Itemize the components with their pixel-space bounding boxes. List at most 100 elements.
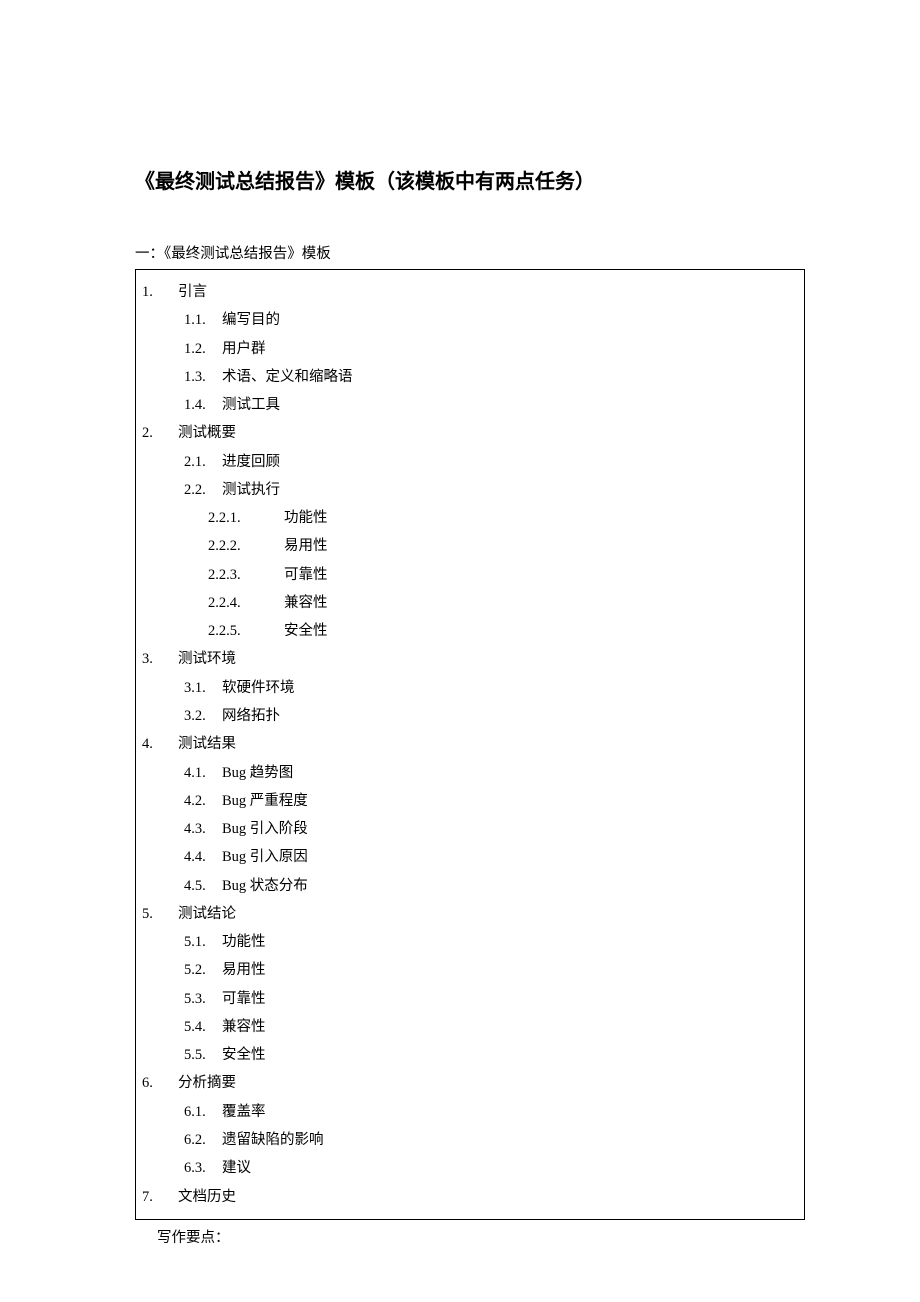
outline-item: 4.3. Bug 引入阶段 — [136, 815, 794, 843]
section-subtitle: 一：《最终测试总结报告》模板 — [135, 242, 805, 263]
outline-text: 网络拓扑 — [222, 702, 794, 730]
outline-num: 2.2. — [184, 476, 222, 504]
outline-text: Bug 严重程度 — [222, 787, 794, 815]
outline-item: 3.2. 网络拓扑 — [136, 702, 794, 730]
outline-text: 易用性 — [284, 532, 794, 560]
outline-item: 1. 引言 — [136, 278, 794, 306]
footer-note: 写作要点： — [135, 1226, 805, 1247]
outline-num: 1.3. — [184, 363, 222, 391]
outline-item: 1.4. 测试工具 — [136, 391, 794, 419]
outline-text: 测试结果 — [178, 730, 794, 758]
outline-text: Bug 引入原因 — [222, 843, 794, 871]
outline-item: 1.1. 编写目的 — [136, 306, 794, 334]
outline-num: 2.2.1. — [208, 504, 284, 532]
outline-text: 测试工具 — [222, 391, 794, 419]
outline-num: 5.2. — [184, 956, 222, 984]
outline-num: 4.1. — [184, 759, 222, 787]
outline-item: 6.1. 覆盖率 — [136, 1098, 794, 1126]
outline-num: 2.2.4. — [208, 589, 284, 617]
page-title: 《最终测试总结报告》模板（该模板中有两点任务） — [135, 165, 805, 194]
outline-item: 4.1. Bug 趋势图 — [136, 759, 794, 787]
outline-item: 3.1. 软硬件环境 — [136, 674, 794, 702]
outline-num: 6.1. — [184, 1098, 222, 1126]
outline-item: 5.1. 功能性 — [136, 928, 794, 956]
outline-num: 1.1. — [184, 306, 222, 334]
outline-text: 兼容性 — [222, 1013, 794, 1041]
outline-text: 遗留缺陷的影响 — [222, 1126, 794, 1154]
outline-num: 3. — [136, 645, 178, 673]
outline-num: 2.2.2. — [208, 532, 284, 560]
outline-num: 3.2. — [184, 702, 222, 730]
outline-text: 可靠性 — [284, 561, 794, 589]
outline-item: 5.2. 易用性 — [136, 956, 794, 984]
outline-num: 2.2.5. — [208, 617, 284, 645]
outline-text: 功能性 — [284, 504, 794, 532]
outline-num: 5.3. — [184, 985, 222, 1013]
outline-item: 6.2. 遗留缺陷的影响 — [136, 1126, 794, 1154]
outline-text: 引言 — [178, 278, 794, 306]
outline-text: Bug 趋势图 — [222, 759, 794, 787]
outline-text: Bug 状态分布 — [222, 872, 794, 900]
outline-item: 4. 测试结果 — [136, 730, 794, 758]
outline-num: 4.3. — [184, 815, 222, 843]
outline-text: 软硬件环境 — [222, 674, 794, 702]
outline-item: 2. 测试概要 — [136, 419, 794, 447]
outline-num: 3.1. — [184, 674, 222, 702]
document-page: 《最终测试总结报告》模板（该模板中有两点任务） 一：《最终测试总结报告》模板 1… — [0, 0, 920, 1247]
outline-item: 7. 文档历史 — [136, 1183, 794, 1211]
outline-num: 4.5. — [184, 872, 222, 900]
outline-item: 5. 测试结论 — [136, 900, 794, 928]
outline-num: 4.4. — [184, 843, 222, 871]
outline-text: 术语、定义和缩略语 — [222, 363, 794, 391]
outline-num: 1.4. — [184, 391, 222, 419]
outline-num: 5. — [136, 900, 178, 928]
outline-text: Bug 引入阶段 — [222, 815, 794, 843]
outline-text: 建议 — [222, 1154, 794, 1182]
outline-item: 5.5. 安全性 — [136, 1041, 794, 1069]
outline-item: 4.4. Bug 引入原因 — [136, 843, 794, 871]
outline-text: 安全性 — [284, 617, 794, 645]
outline-item: 5.3. 可靠性 — [136, 985, 794, 1013]
outline-item: 2.2. 测试执行 — [136, 476, 794, 504]
outline-box: 1. 引言 1.1. 编写目的 1.2. 用户群 1.3. 术语、定义和缩略语 … — [135, 269, 805, 1220]
outline-num: 2.1. — [184, 448, 222, 476]
outline-text: 安全性 — [222, 1041, 794, 1069]
outline-text: 覆盖率 — [222, 1098, 794, 1126]
outline-text: 测试执行 — [222, 476, 794, 504]
outline-num: 6.2. — [184, 1126, 222, 1154]
outline-text: 易用性 — [222, 956, 794, 984]
outline-item: 6. 分析摘要 — [136, 1069, 794, 1097]
outline-num: 6. — [136, 1069, 178, 1097]
outline-item: 4.5. Bug 状态分布 — [136, 872, 794, 900]
outline-num: 4. — [136, 730, 178, 758]
outline-text: 测试概要 — [178, 419, 794, 447]
outline-num: 6.3. — [184, 1154, 222, 1182]
outline-item: 1.2. 用户群 — [136, 335, 794, 363]
outline-text: 编写目的 — [222, 306, 794, 334]
outline-num: 1. — [136, 278, 178, 306]
outline-num: 5.1. — [184, 928, 222, 956]
outline-text: 测试结论 — [178, 900, 794, 928]
outline-item: 2.2.4. 兼容性 — [136, 589, 794, 617]
outline-item: 2.2.5. 安全性 — [136, 617, 794, 645]
outline-text: 进度回顾 — [222, 448, 794, 476]
outline-item: 6.3. 建议 — [136, 1154, 794, 1182]
outline-text: 兼容性 — [284, 589, 794, 617]
outline-num: 5.5. — [184, 1041, 222, 1069]
outline-num: 4.2. — [184, 787, 222, 815]
outline-num: 1.2. — [184, 335, 222, 363]
outline-item: 4.2. Bug 严重程度 — [136, 787, 794, 815]
outline-item: 2.2.3. 可靠性 — [136, 561, 794, 589]
outline-item: 5.4. 兼容性 — [136, 1013, 794, 1041]
outline-num: 7. — [136, 1183, 178, 1211]
outline-text: 文档历史 — [178, 1183, 794, 1211]
outline-text: 测试环境 — [178, 645, 794, 673]
outline-num: 2.2.3. — [208, 561, 284, 589]
outline-text: 可靠性 — [222, 985, 794, 1013]
outline-num: 2. — [136, 419, 178, 447]
outline-item: 3. 测试环境 — [136, 645, 794, 673]
outline-text: 分析摘要 — [178, 1069, 794, 1097]
outline-item: 2.1. 进度回顾 — [136, 448, 794, 476]
outline-text: 功能性 — [222, 928, 794, 956]
outline-num: 5.4. — [184, 1013, 222, 1041]
